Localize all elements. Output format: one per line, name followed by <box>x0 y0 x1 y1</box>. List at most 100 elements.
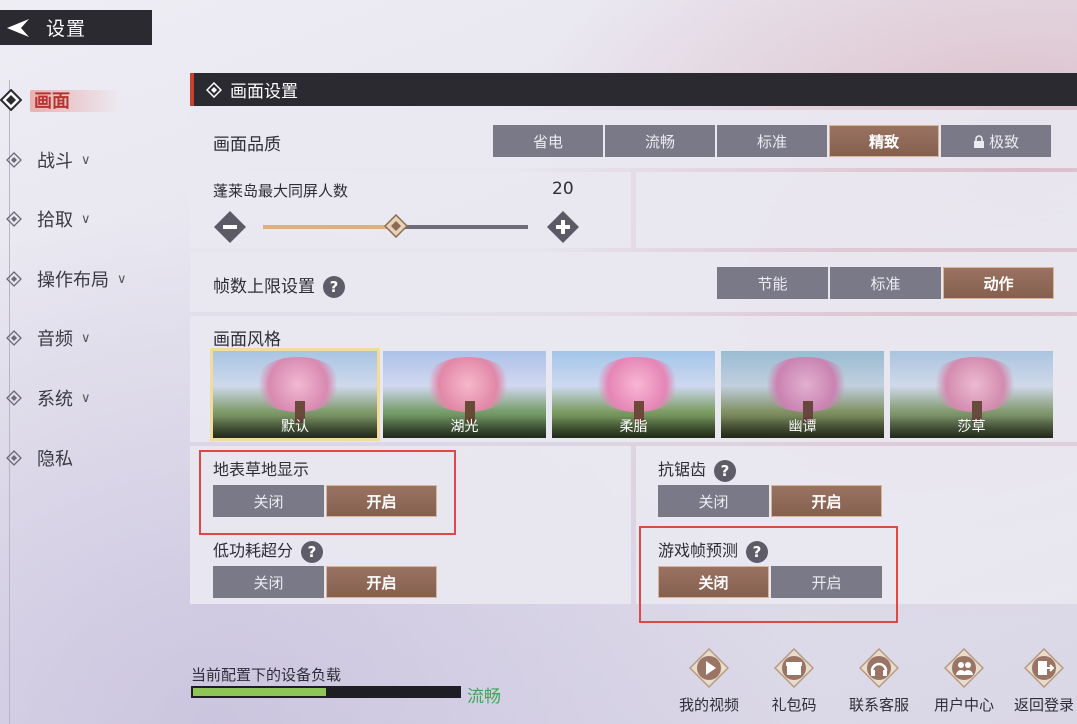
help-icon[interactable]: ? <box>714 459 737 482</box>
nav-label: 拾取 <box>37 210 73 231</box>
back-arrow-icon[interactable] <box>0 10 36 45</box>
nav-item[interactable]: 画面 <box>0 80 170 120</box>
style-caption: 柔脂 <box>552 416 715 438</box>
option-label: 省电 <box>532 132 563 151</box>
nav-label: 战斗 <box>37 151 73 172</box>
diamond-icon <box>0 89 22 111</box>
footer-label: 返回登录 <box>1013 696 1074 714</box>
play-icon <box>688 647 730 689</box>
nav-label: 隐私 <box>37 449 73 470</box>
style-caption: 湖光 <box>383 416 546 438</box>
style-label: 画面风格 <box>213 330 281 350</box>
diamond-icon <box>3 327 25 349</box>
footer-button[interactable]: 用户中心 <box>928 647 1000 715</box>
option-label: 标准 <box>756 132 787 151</box>
section-title: 画面设置 <box>230 82 298 102</box>
footer-button[interactable]: 我的视频 <box>673 647 745 715</box>
max-players-label: 蓬莱岛最大同屏人数 <box>213 182 349 200</box>
toggle-on-button[interactable]: 开启 <box>771 485 882 517</box>
help-icon[interactable]: ? <box>301 540 324 563</box>
toggle-off-button[interactable]: 关闭 <box>658 485 769 517</box>
fps-label: 帧数上限设置? <box>213 272 345 298</box>
device-load-bar <box>191 686 461 698</box>
option-button[interactable]: 流畅 <box>605 125 715 157</box>
quality-label: 画面品质 <box>213 135 281 155</box>
slider-track-filled[interactable] <box>263 225 396 229</box>
option-button[interactable]: 极致 <box>941 125 1051 157</box>
low-power-toggle: 关闭 开启 <box>213 566 437 598</box>
option-label: 极致 <box>988 132 1019 151</box>
antialias-toggle: 关闭 开启 <box>658 485 882 517</box>
nav-label: 音频 <box>37 329 73 350</box>
diamond-icon <box>3 149 25 171</box>
nav-item[interactable]: 拾取 ∨ <box>3 199 173 239</box>
device-load-status: 流畅 <box>467 687 501 707</box>
footer-button[interactable]: 联系客服 <box>843 647 915 715</box>
chevron-down-icon: ∨ <box>81 211 91 227</box>
style-thumbnail[interactable]: 幽谭 <box>721 351 884 438</box>
nav-item[interactable]: 音频 ∨ <box>3 318 173 358</box>
option-label: 标准 <box>870 274 901 293</box>
option-label: 开启 <box>811 492 842 511</box>
chevron-down-icon: ∨ <box>81 330 91 346</box>
section-header: 画面设置 <box>190 73 1077 106</box>
diamond-icon <box>3 208 25 230</box>
footer-label: 用户中心 <box>933 696 994 714</box>
style-caption: 莎草 <box>890 416 1053 438</box>
option-button[interactable]: 标准 <box>830 267 941 299</box>
footer-button[interactable]: 礼包码 <box>758 647 830 715</box>
device-load-label: 当前配置下的设备负载 <box>191 666 342 684</box>
chevron-down-icon: ∨ <box>81 152 91 168</box>
footer-label: 联系客服 <box>848 696 909 714</box>
low-power-label: 低功耗超分? <box>213 537 324 563</box>
nav-item[interactable]: 隐私 <box>3 438 173 478</box>
slider-knob[interactable] <box>383 213 409 239</box>
style-thumbnail[interactable]: 莎草 <box>890 351 1053 438</box>
footer-label: 礼包码 <box>771 696 817 714</box>
diamond-icon <box>3 387 25 409</box>
chevron-down-icon: ∨ <box>81 390 91 406</box>
diamond-icon <box>3 447 25 469</box>
option-label: 节能 <box>757 274 788 293</box>
nav-item[interactable]: 战斗 ∨ <box>3 140 173 180</box>
exit-icon <box>1023 647 1065 689</box>
option-label: 开启 <box>366 573 397 592</box>
nav-item[interactable]: 系统 ∨ <box>3 378 173 418</box>
style-thumbnail[interactable]: 湖光 <box>383 351 546 438</box>
decrease-button[interactable] <box>213 210 247 244</box>
increase-button[interactable] <box>546 210 580 244</box>
nav-label: 画面 <box>34 91 70 112</box>
page-title: 设置 <box>46 18 87 40</box>
option-button[interactable]: 精致 <box>829 125 939 157</box>
toggle-on-button[interactable]: 开启 <box>326 566 437 598</box>
diamond-icon <box>3 268 25 290</box>
title-bar: 设置 <box>0 10 152 45</box>
footer-button[interactable]: 返回登录 <box>1012 647 1076 715</box>
option-label: 流畅 <box>644 132 675 151</box>
nav-item[interactable]: 操作布局 ∨ <box>3 259 173 299</box>
highlight-box <box>639 526 898 623</box>
style-thumbnail[interactable]: 柔脂 <box>552 351 715 438</box>
option-button[interactable]: 节能 <box>717 267 828 299</box>
toggle-off-button[interactable]: 关闭 <box>213 566 324 598</box>
antialias-label: 抗锯齿? <box>658 456 737 482</box>
users-icon <box>943 647 985 689</box>
diamond-icon <box>206 81 222 98</box>
footer-label: 我的视频 <box>678 696 739 714</box>
slider-track[interactable] <box>396 225 528 229</box>
style-thumbnail[interactable]: 默认 <box>210 348 380 441</box>
option-label: 精致 <box>868 132 899 151</box>
option-button[interactable]: 标准 <box>717 125 827 157</box>
option-label: 关闭 <box>253 573 284 592</box>
option-label: 关闭 <box>698 492 729 511</box>
fps-selector: 节能 标准 动作 <box>717 267 1054 299</box>
quality-selector: 省电 流畅 标准 精致 极致 <box>493 125 1051 157</box>
option-button[interactable]: 动作 <box>943 267 1054 299</box>
nav-label: 系统 <box>37 389 73 410</box>
device-load-fill <box>193 688 326 696</box>
help-icon[interactable]: ? <box>323 276 345 298</box>
option-button[interactable]: 省电 <box>493 125 603 157</box>
lock-icon <box>973 134 985 148</box>
max-players-value: 20 <box>552 179 574 199</box>
nav-label: 操作布局 <box>37 270 109 291</box>
